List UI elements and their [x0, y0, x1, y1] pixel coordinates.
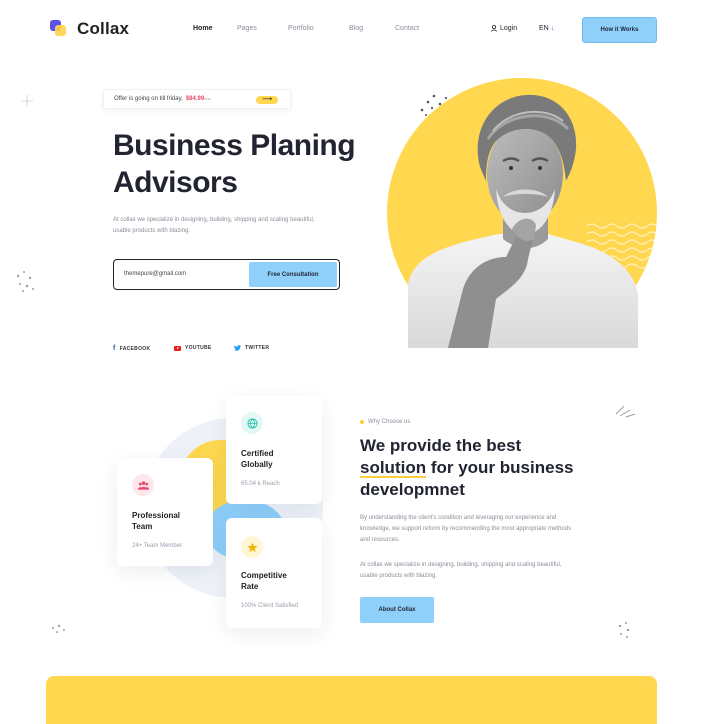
tag-dot-icon [360, 420, 364, 424]
nav-item-contact[interactable]: Contact [395, 25, 419, 32]
offer-price: $84.99/mo [186, 96, 211, 102]
feature-title-line2: Globally [241, 460, 273, 469]
star-icon [241, 536, 263, 558]
brand-logo[interactable]: Collax [48, 17, 129, 41]
social-link-twitter[interactable]: TWITTER [234, 345, 269, 351]
brand-name: Collax [77, 19, 130, 38]
email-signup-form: themepure@gmail.com Free Consultation [113, 259, 340, 290]
logo-mark-icon [48, 17, 72, 41]
arrow-right-icon[interactable]: ⟶ [256, 96, 278, 104]
hero-title-line1: Business Planing [113, 129, 356, 162]
feature-title-line2: Rate [241, 582, 259, 591]
features-title: We provide the best solution for your bu… [360, 435, 600, 501]
globe-icon [241, 412, 263, 434]
hero-title-line2: Advisors [113, 166, 238, 199]
features-title-line2: for your business [426, 458, 574, 477]
feature-title-line2: Team [132, 522, 153, 531]
team-icon [132, 474, 154, 496]
email-input[interactable]: themepure@gmail.com [124, 271, 186, 277]
features-title-line1: We provide the best [360, 436, 522, 455]
nav-item-pages[interactable]: Pages [237, 25, 257, 32]
feature-title-line1: Competitive [241, 571, 287, 580]
feature-card-stat: 100% Client Satisfied [241, 603, 299, 609]
offer-price-suffix: /mo [204, 96, 211, 101]
hero-portrait-image [408, 94, 638, 348]
features-paragraph-1: By understanding the client's condition … [360, 515, 572, 543]
offer-banner: Offer is going on till friday, $84.99/mo… [103, 89, 291, 109]
facebook-icon: f [113, 345, 116, 352]
dots-decoration-icon [52, 624, 65, 633]
social-label: TWITTER [245, 345, 270, 351]
social-label: YOUTUBE [185, 345, 212, 351]
feature-card-stat: 65.04 k Reach [241, 481, 280, 487]
social-label: FACEBOOK [119, 345, 151, 352]
feature-card-title: Competitive Rate [241, 570, 287, 592]
feature-card-title: Certified Globally [241, 448, 273, 470]
language-select[interactable]: EN ↓ [539, 25, 554, 32]
feature-card-certified: Certified Globally 65.04 k Reach [226, 396, 322, 504]
sparkle-icon [21, 95, 33, 107]
social-link-youtube[interactable]: YOUTUBE [174, 345, 212, 351]
nav-item-blog[interactable]: Blog [349, 25, 363, 32]
free-consultation-button[interactable]: Free Consultation [249, 262, 337, 287]
section-tag-label: Why Choose us [368, 419, 411, 425]
feature-card-stat: 24+ Team Member [132, 543, 183, 549]
hero-subtitle: At collax we specialize in designing, bu… [113, 217, 315, 234]
youtube-icon [174, 345, 181, 351]
social-link-facebook[interactable]: f FACEBOOK [113, 345, 150, 352]
offer-price-value: $84.99 [185, 96, 205, 102]
slash-lines-decoration-icon [615, 405, 636, 418]
nav-item-portfolio[interactable]: Portfolio [288, 25, 314, 32]
features-title-line3: developmnet [360, 480, 465, 499]
offer-text: Offer is going on till friday, [114, 96, 183, 102]
feature-card-competitive: Competitive Rate 100% Client Satisfied [226, 518, 322, 628]
hero-title: Business Planing Advisors [113, 127, 356, 201]
how-it-works-button[interactable]: How it Works [582, 17, 657, 43]
login-link[interactable]: Login [491, 25, 517, 32]
features-paragraph-2: At collax we specialize in designing, bu… [360, 562, 562, 579]
twitter-icon [234, 345, 241, 351]
feature-card-title: Professional Team [132, 510, 180, 532]
about-collax-button[interactable]: About Collax [360, 597, 434, 623]
feature-title-line1: Professional [132, 511, 181, 520]
section-tag: Why Choose us [360, 419, 410, 425]
features-title-highlight: solution [360, 458, 427, 478]
dots-decoration-icon [16, 271, 34, 292]
dots-decoration-icon [618, 622, 630, 638]
language-label: EN [539, 25, 549, 32]
nav-item-home[interactable]: Home [193, 25, 212, 32]
arrow-down-icon: ↓ [550, 25, 555, 32]
feature-title-line1: Certified [241, 449, 274, 458]
user-icon [491, 25, 497, 32]
login-label: Login [500, 25, 518, 32]
feature-card-professional: Professional Team 24+ Team Member [117, 458, 213, 566]
cta-yellow-band [46, 676, 657, 724]
